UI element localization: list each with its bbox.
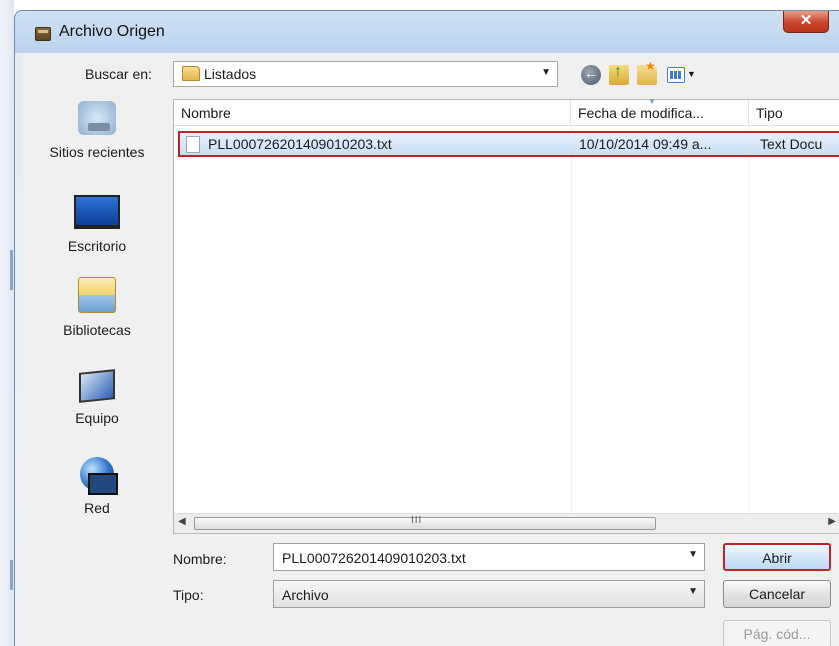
column-separator (571, 126, 572, 533)
left-window-edge (0, 0, 14, 646)
place-recent[interactable]: Sitios recientes (23, 101, 171, 160)
place-desktop[interactable]: Escritorio (23, 195, 171, 254)
file-name: PLL000726201409010203.txt (208, 136, 392, 152)
file-type: Text Docu (760, 136, 823, 152)
filetype-label: Tipo: (173, 587, 204, 603)
new-folder-icon[interactable] (637, 59, 657, 85)
edge-mark (10, 250, 13, 290)
network-icon (80, 457, 118, 495)
place-label: Bibliotecas (63, 322, 131, 338)
sort-indicator-icon: ▼ (648, 97, 656, 106)
column-separator (749, 126, 750, 533)
look-in-value: Listados (204, 66, 257, 82)
scroll-grip: III (411, 515, 423, 526)
places-bar: Sitios recientes Escritorio Bibliotecas … (23, 101, 171, 571)
open-button[interactable]: Abrir (723, 543, 831, 571)
list-header: Nombre Fecha de modifica... Tipo ▼ (174, 97, 839, 126)
up-folder-icon[interactable] (609, 63, 629, 85)
place-label: Sitios recientes (49, 144, 145, 160)
scroll-right-icon[interactable]: ▶ (828, 516, 836, 527)
desktop-icon (74, 195, 120, 229)
filename-value: PLL000726201409010203.txt (282, 550, 466, 566)
file-open-dialog: Archivo Origen ✕ Buscar en: Listados ▼ ▼… (14, 10, 839, 646)
place-label: Red (84, 500, 110, 516)
dialog-title: Archivo Origen (59, 23, 165, 40)
text-file-icon (186, 136, 200, 153)
chevron-down-icon[interactable]: ▼ (541, 67, 551, 78)
filename-label: Nombre: (173, 551, 227, 567)
place-label: Escritorio (67, 238, 127, 254)
view-menu-chevron-icon[interactable]: ▼ (687, 69, 696, 79)
filetype-value: Archivo (282, 587, 329, 603)
app-icon (35, 27, 51, 41)
place-computer[interactable]: Equipo (23, 369, 171, 426)
column-header-type[interactable]: Tipo (749, 100, 839, 126)
file-date: 10/10/2014 09:49 a... (579, 136, 712, 152)
recent-places-icon (78, 101, 116, 135)
libraries-icon (78, 277, 116, 313)
filetype-dropdown[interactable]: Archivo ▼ (273, 580, 705, 608)
list-item[interactable]: PLL000726201409010203.txt 10/10/2014 09:… (178, 131, 839, 157)
column-header-name[interactable]: Nombre (174, 100, 571, 126)
place-network[interactable]: Red (23, 457, 171, 516)
edge-mark (10, 560, 13, 590)
place-libraries[interactable]: Bibliotecas (23, 277, 171, 338)
dialog-client-area: Buscar en: Listados ▼ ▼ Sitios recientes… (23, 53, 839, 646)
chevron-down-icon[interactable]: ▼ (688, 586, 698, 597)
look-in-label: Buscar en: (85, 66, 152, 82)
scrollbar-thumb[interactable]: III (194, 515, 656, 530)
back-icon[interactable] (581, 65, 601, 85)
horizontal-scrollbar[interactable]: ◀ III ▶ (174, 513, 839, 533)
computer-icon (79, 369, 115, 403)
title-bar[interactable]: Archivo Origen ✕ (15, 11, 839, 53)
scroll-left-icon[interactable]: ◀ (178, 516, 186, 527)
place-label: Equipo (75, 410, 119, 426)
view-menu-icon[interactable] (667, 67, 685, 83)
look-in-dropdown[interactable]: Listados ▼ (173, 61, 558, 87)
close-button[interactable]: ✕ (783, 11, 829, 33)
chevron-down-icon[interactable]: ▼ (688, 549, 698, 560)
code-page-button[interactable]: Pág. cód... (723, 620, 831, 646)
file-list[interactable]: Nombre Fecha de modifica... Tipo ▼ PLL00… (173, 97, 839, 534)
column-header-date[interactable]: Fecha de modifica... (571, 100, 749, 126)
cancel-button[interactable]: Cancelar (723, 580, 831, 608)
folder-icon (182, 66, 200, 81)
filename-field[interactable]: PLL000726201409010203.txt ▼ (273, 543, 705, 571)
